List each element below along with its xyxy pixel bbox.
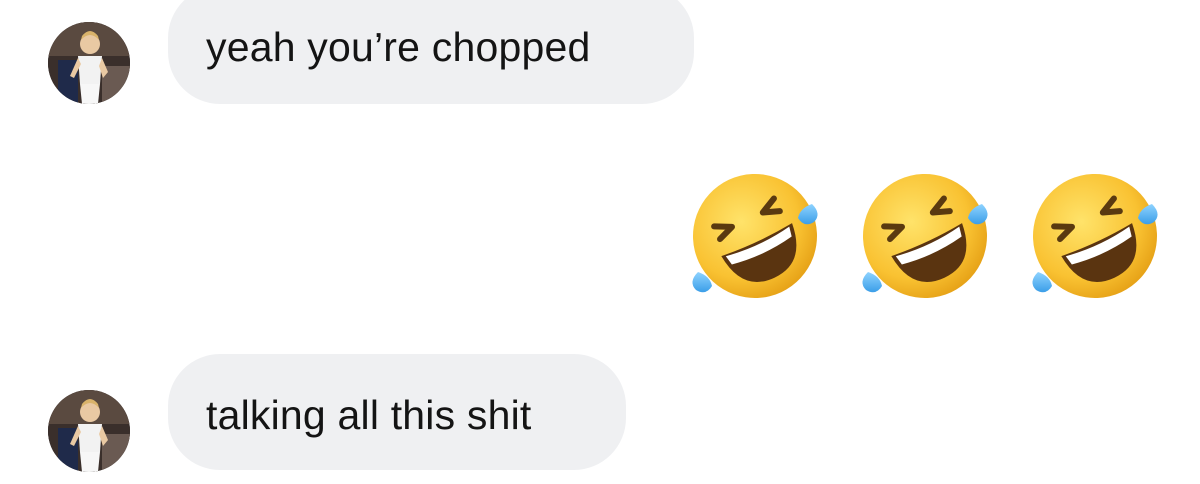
avatar-photo xyxy=(48,390,130,472)
outgoing-emoji-message[interactable] xyxy=(682,160,1168,306)
message-text: talking all this shit xyxy=(206,392,532,438)
message-text: yeah you’re chopped xyxy=(206,24,591,70)
rolling-on-the-floor-laughing-icon xyxy=(1022,160,1168,306)
avatar-photo xyxy=(48,22,130,104)
message-bubble[interactable]: yeah you’re chopped xyxy=(168,0,694,104)
conversation-thread: yeah you’re chopped talking all this shi… xyxy=(0,0,1200,484)
contact-avatar[interactable] xyxy=(48,390,130,472)
message-bubble[interactable]: talking all this shit xyxy=(168,354,626,470)
incoming-message-row: talking all this shit xyxy=(0,350,1200,480)
contact-avatar[interactable] xyxy=(48,22,130,104)
incoming-message-row: yeah you’re chopped xyxy=(0,0,1200,110)
rolling-on-the-floor-laughing-icon xyxy=(852,160,998,306)
rolling-on-the-floor-laughing-icon xyxy=(682,160,828,306)
